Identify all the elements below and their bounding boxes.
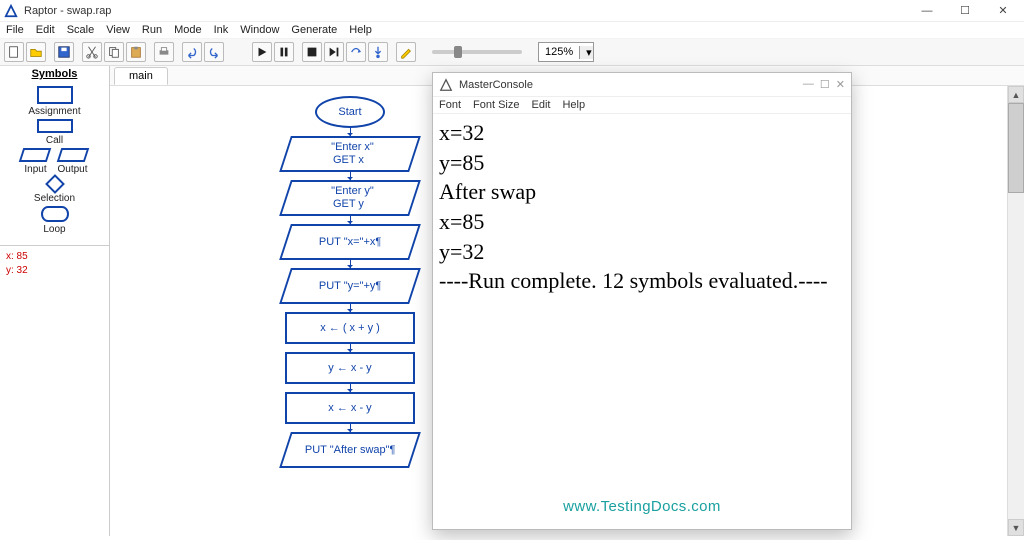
menu-mode[interactable]: Mode [174,24,202,36]
window-title: Raptor - swap.rap [24,5,910,17]
console-maximize-button[interactable]: ☐ [820,78,830,91]
left-panel: Symbols Assignment Call Input Output Sel… [0,66,110,536]
pencil-icon[interactable] [396,42,416,62]
selection-symbol-icon[interactable] [45,174,65,194]
menu-view[interactable]: View [106,24,130,36]
console-line: x=32 [439,118,845,148]
redo-icon[interactable] [204,42,224,62]
menu-ink[interactable]: Ink [214,24,229,36]
console-menu-edit[interactable]: Edit [531,99,550,111]
watch-panel: x: 85 y: 32 [0,246,109,536]
main-toolbar: 125% ▾ [0,39,1024,66]
step-into-icon[interactable] [368,42,388,62]
flow-input-y[interactable]: "Enter y"GET y [279,180,421,216]
flow-output-afterswap[interactable]: PUT "After swap"¶ [279,432,421,468]
console-line: y=32 [439,237,845,267]
watermark: www.TestingDocs.com [563,498,721,515]
tab-main[interactable]: main [114,67,168,85]
console-line: y=85 [439,148,845,178]
loop-label: Loop [43,224,65,235]
flow-output-y[interactable]: PUT "y="+y¶ [279,268,421,304]
menu-scale[interactable]: Scale [67,24,95,36]
output-symbol-icon[interactable] [56,148,89,162]
zoom-value: 125% [539,46,579,58]
console-menu-help[interactable]: Help [562,99,585,111]
window-controls: — ☐ ✕ [910,2,1020,20]
zoom-selector[interactable]: 125% ▾ [538,42,594,62]
input-symbol-icon[interactable] [19,148,52,162]
minimize-button[interactable]: — [910,2,944,20]
step-to-end-icon[interactable] [324,42,344,62]
console-titlebar[interactable]: MasterConsole — ☐ ✕ [433,73,851,97]
assignment-label: Assignment [28,106,80,117]
console-line: x=85 [439,207,845,237]
stop-icon[interactable] [302,42,322,62]
raptor-console-icon [439,78,453,92]
maximize-button[interactable]: ☐ [948,2,982,20]
selection-label: Selection [34,193,75,204]
raptor-app-icon [4,4,18,18]
flow-output-x[interactable]: PUT "x="+x¶ [279,224,421,260]
cut-icon[interactable] [82,42,102,62]
run-icon[interactable] [252,42,272,62]
menu-edit[interactable]: Edit [36,24,55,36]
scroll-thumb[interactable] [1008,103,1024,193]
chevron-down-icon[interactable]: ▾ [579,46,593,59]
slider-knob[interactable] [454,46,462,58]
master-console-window[interactable]: MasterConsole — ☐ ✕ Font Font Size Edit … [432,72,852,530]
console-menubar: Font Font Size Edit Help [433,97,851,114]
copy-icon[interactable] [104,42,124,62]
canvas-vscrollbar[interactable]: ▲ ▼ [1007,86,1024,536]
console-close-button[interactable]: ✕ [836,78,845,91]
window-titlebar: Raptor - swap.rap — ☐ ✕ [0,0,1024,22]
watch-var-x: x: 85 [6,250,103,264]
open-icon[interactable] [26,42,46,62]
new-icon[interactable] [4,42,24,62]
input-label: Input [24,164,46,175]
symbols-header: Symbols [0,66,109,82]
call-label: Call [46,135,63,146]
save-icon[interactable] [54,42,74,62]
console-menu-fontsize[interactable]: Font Size [473,99,519,111]
paste-icon[interactable] [126,42,146,62]
assignment-symbol-icon[interactable] [37,86,73,104]
flow-assign-sum[interactable]: x ← ( x + y ) [285,312,415,344]
console-title: MasterConsole [459,79,803,91]
flow-start[interactable]: Start [315,96,385,128]
menu-generate[interactable]: Generate [291,24,337,36]
menu-run[interactable]: Run [142,24,162,36]
console-line: ----Run complete. 12 symbols evaluated.-… [439,266,845,296]
menu-help[interactable]: Help [349,24,372,36]
main-menubar: File Edit Scale View Run Mode Ink Window… [0,22,1024,39]
output-label: Output [57,164,87,175]
menu-window[interactable]: Window [240,24,279,36]
menu-file[interactable]: File [6,24,24,36]
loop-symbol-icon[interactable] [41,206,69,222]
step-over-icon[interactable] [346,42,366,62]
flow-assign-y[interactable]: y ← x - y [285,352,415,384]
print-icon[interactable] [154,42,174,62]
pause-icon[interactable] [274,42,294,62]
console-menu-font[interactable]: Font [439,99,461,111]
console-output: x=32 y=85 After swap x=85 y=32 ----Run c… [433,114,851,529]
console-minimize-button[interactable]: — [803,78,814,91]
console-line: After swap [439,177,845,207]
undo-icon[interactable] [182,42,202,62]
flow-assign-x[interactable]: x ← x - y [285,392,415,424]
symbols-palette: Assignment Call Input Output Selection L… [0,82,109,246]
flow-input-x[interactable]: "Enter x"GET x [279,136,421,172]
speed-slider[interactable] [432,50,522,54]
close-button[interactable]: ✕ [986,2,1020,20]
scroll-down-icon[interactable]: ▼ [1008,519,1024,536]
scroll-up-icon[interactable]: ▲ [1008,86,1024,103]
call-symbol-icon[interactable] [37,119,73,133]
watch-var-y: y: 32 [6,264,103,278]
